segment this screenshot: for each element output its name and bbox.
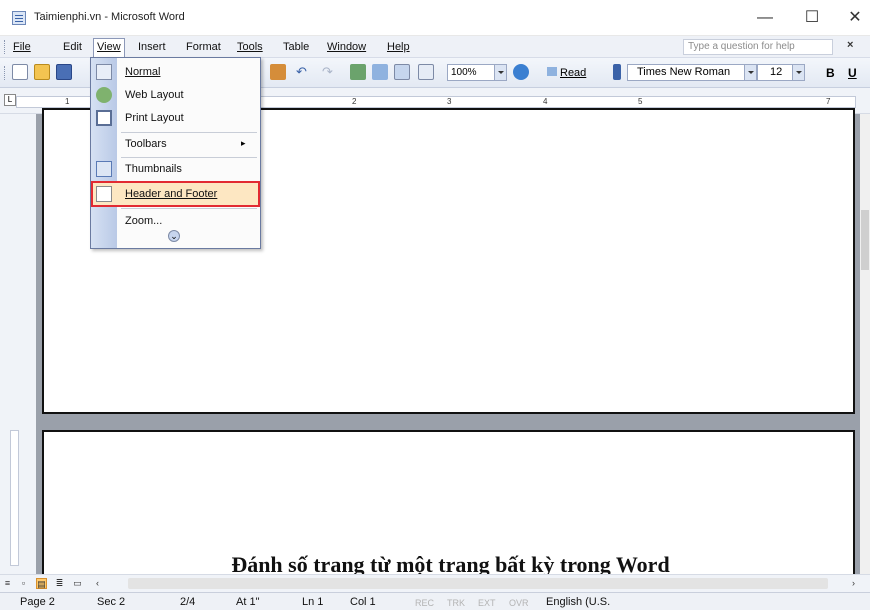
vertical-ruler-strip[interactable]: [10, 430, 19, 566]
normal-view-icon: [96, 64, 112, 80]
view-menu-item-web-layout[interactable]: Web Layout: [91, 83, 260, 107]
thumbnails-icon: [96, 161, 112, 177]
ruler-number: 7: [826, 97, 831, 106]
menu-format[interactable]: Format: [183, 39, 224, 55]
status-ovr[interactable]: OVR: [509, 598, 529, 608]
toolbar-grip[interactable]: [4, 66, 7, 80]
help-icon[interactable]: [513, 64, 529, 80]
menu-table[interactable]: Table: [280, 39, 312, 55]
zoom-select[interactable]: 100%: [447, 64, 507, 81]
horizontal-scrollbar-row: ≡ ▫ ▤ ≣ ▭ ‹ ›: [0, 574, 870, 592]
view-menu-item-thumbnails[interactable]: Thumbnails: [91, 157, 260, 181]
ruler-number: 1: [65, 97, 70, 106]
menu-item-label: Normal: [125, 66, 161, 78]
open-folder-icon[interactable]: [34, 64, 50, 80]
new-document-icon[interactable]: [12, 64, 28, 80]
maximize-button[interactable]: ☐: [792, 4, 832, 32]
view-menu-dropdown: Normal Web Layout Print Layout Toolbars …: [90, 57, 261, 249]
close-document-icon[interactable]: ×: [847, 39, 853, 51]
vertical-scrollbar[interactable]: [860, 114, 870, 574]
status-section: Sec 2: [97, 596, 126, 608]
font-size-select[interactable]: 12: [757, 64, 805, 81]
menu-tools[interactable]: Tools: [234, 39, 266, 55]
ruler-number: 2: [352, 97, 357, 106]
tab-selector[interactable]: L: [4, 94, 16, 106]
status-trk[interactable]: TRK: [447, 598, 465, 608]
menu-view[interactable]: View: [93, 38, 125, 58]
horizontal-scroll-track[interactable]: [128, 578, 828, 589]
font-name-select[interactable]: Times New Roman: [627, 64, 757, 81]
undo-icon[interactable]: ↶: [296, 64, 312, 80]
redo-icon[interactable]: ↷: [322, 64, 338, 80]
view-menu-item-normal[interactable]: Normal: [91, 60, 260, 84]
view-menu-item-toolbars[interactable]: Toolbars ▸: [91, 132, 260, 156]
status-bar: Page 2 Sec 2 2/4 At 1" Ln 1 Col 1 REC TR…: [0, 592, 870, 610]
reading-view-button[interactable]: ▭: [72, 578, 83, 589]
menu-help[interactable]: Help: [384, 39, 413, 55]
print-layout-icon: [96, 110, 112, 126]
tables-icon[interactable]: [372, 64, 388, 80]
scroll-left-icon[interactable]: ‹: [92, 578, 103, 589]
menu-window[interactable]: Window: [324, 39, 369, 55]
normal-view-button[interactable]: ≡: [2, 578, 13, 589]
chevron-down-icon[interactable]: [792, 65, 804, 80]
chevron-down-icon[interactable]: [494, 65, 506, 80]
submenu-arrow-icon: ▸: [241, 138, 246, 148]
menu-item-label: Header and Footer: [125, 188, 218, 200]
window-title: Taimienphi.vn - Microsoft Word: [34, 11, 185, 23]
menu-item-label: Zoom...: [125, 215, 163, 227]
web-layout-icon: [96, 87, 112, 103]
styles-icon[interactable]: [613, 64, 621, 80]
view-menu-item-header-and-footer[interactable]: Header and Footer: [91, 181, 260, 207]
status-page: Page 2: [20, 596, 55, 608]
page-2[interactable]: Đánh số trang từ một trang bất kỳ trong …: [42, 430, 855, 590]
status-column: Col 1: [350, 596, 376, 608]
menu-file[interactable]: File: [10, 39, 34, 55]
menu-insert[interactable]: Insert: [135, 39, 169, 55]
title-bar: Taimienphi.vn - Microsoft Word — ☐ ✕: [0, 0, 870, 36]
ruler-number: 3: [447, 97, 452, 106]
status-ext[interactable]: EXT: [478, 598, 496, 608]
bold-button[interactable]: B: [826, 66, 835, 80]
close-button[interactable]: ✕: [835, 4, 870, 32]
save-icon[interactable]: [56, 64, 72, 80]
status-rec[interactable]: REC: [415, 598, 434, 608]
view-menu-item-print-layout[interactable]: Print Layout: [91, 106, 260, 130]
help-search-input[interactable]: Type a question for help: [683, 39, 833, 55]
outline-view-button[interactable]: ≣: [54, 578, 65, 589]
menu-item-label: Thumbnails: [125, 163, 182, 175]
menu-item-label: Toolbars: [125, 138, 167, 150]
menu-item-label: Web Layout: [125, 89, 184, 101]
vertical-scroll-thumb[interactable]: [861, 210, 869, 270]
status-at: At 1": [236, 596, 260, 608]
word-app-icon[interactable]: [12, 11, 26, 25]
menu-bar: File Edit View Insert Format Tools Table…: [0, 36, 870, 58]
menubar-grip[interactable]: [4, 40, 7, 54]
expand-menu-icon[interactable]: ⌄: [168, 230, 180, 242]
ruler-number: 5: [638, 97, 643, 106]
columns-icon[interactable]: [418, 64, 434, 80]
minimize-button[interactable]: —: [745, 4, 785, 32]
header-footer-icon: [96, 186, 112, 202]
status-page-count: 2/4: [180, 596, 196, 608]
web-view-button[interactable]: ▫: [18, 578, 29, 589]
status-language: English (U.S.: [546, 596, 611, 608]
menu-item-label: Print Layout: [125, 112, 184, 124]
format-painter-icon[interactable]: [270, 64, 286, 80]
ruler-number: 4: [543, 97, 548, 106]
read-button[interactable]: Read: [547, 67, 586, 79]
insert-table-icon[interactable]: [394, 64, 410, 80]
menu-edit[interactable]: Edit: [60, 39, 85, 55]
status-line: Ln 1: [302, 596, 324, 608]
scroll-right-icon[interactable]: ›: [848, 578, 859, 589]
hyperlink-icon[interactable]: [350, 64, 366, 80]
chevron-down-icon[interactable]: [744, 65, 756, 80]
print-layout-view-button[interactable]: ▤: [36, 578, 47, 589]
underline-button[interactable]: U: [848, 66, 857, 80]
